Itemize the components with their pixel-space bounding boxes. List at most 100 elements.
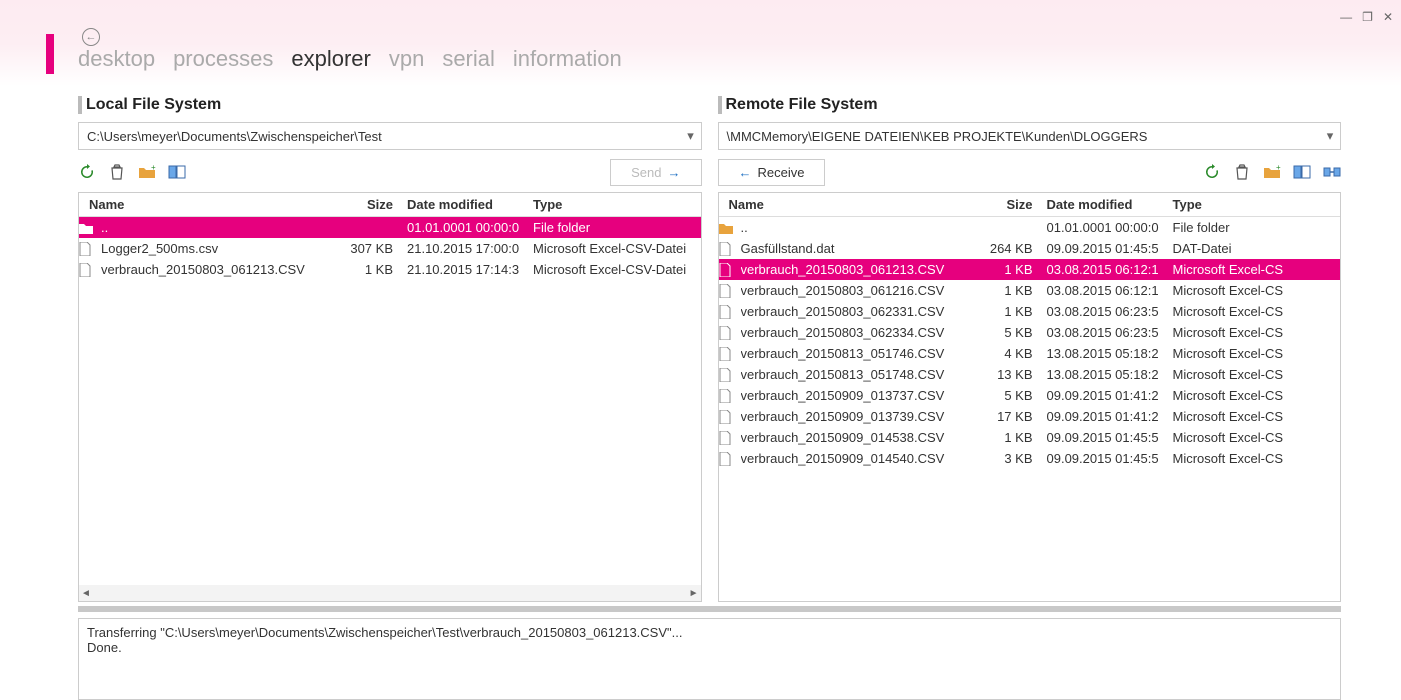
refresh-icon[interactable] [78,163,96,181]
file-type: Microsoft Excel-CS [1165,346,1341,361]
file-type: Microsoft Excel-CS [1165,283,1341,298]
horizontal-scrollbar[interactable]: ◄ ► [79,585,701,601]
file-icon [79,263,101,277]
folder-row[interactable]: ..01.01.0001 00:00:0File folder [79,217,701,238]
new-folder-icon[interactable]: + [1263,163,1281,181]
file-icon [719,431,741,445]
new-folder-icon[interactable]: + [138,163,156,181]
file-type: Microsoft Excel-CS [1165,325,1341,340]
tab-serial[interactable]: serial [442,46,495,72]
log-line: Transferring "C:\Users\meyer\Documents\Z… [87,625,1332,640]
file-icon [719,263,741,277]
delete-icon[interactable] [108,163,126,181]
tab-desktop[interactable]: desktop [78,46,155,72]
remote-header-row: Name Size Date modified Type [719,193,1341,217]
tab-processes[interactable]: processes [173,46,273,72]
file-row[interactable]: verbrauch_20150909_013737.CSV5 KB09.09.2… [719,385,1341,406]
file-date: 13.08.2015 05:18:2 [1039,367,1165,382]
col-name[interactable]: Name [79,197,339,212]
remote-file-pane: Name Size Date modified Type ..01.01.000… [718,192,1342,602]
file-type: File folder [1165,220,1341,235]
accent-bar [46,34,54,74]
refresh-icon[interactable] [1203,163,1221,181]
file-name: verbrauch_20150803_062334.CSV [741,325,979,340]
file-row[interactable]: verbrauch_20150813_051748.CSV13 KB13.08.… [719,364,1341,385]
file-size: 17 KB [979,409,1039,424]
file-size: 1 KB [339,262,399,277]
minimize-button[interactable]: — [1340,10,1352,24]
col-date[interactable]: Date modified [1039,197,1165,212]
restore-button[interactable]: ❐ [1362,10,1373,24]
file-row[interactable]: verbrauch_20150813_051746.CSV4 KB13.08.2… [719,343,1341,364]
local-file-pane: Name Size Date modified Type ..01.01.000… [78,192,702,602]
caret-down-icon[interactable]: ▾ [1320,128,1340,144]
local-title: Local File System [78,96,702,114]
scroll-right-icon[interactable]: ► [689,588,699,599]
file-row[interactable]: verbrauch_20150803_062334.CSV5 KB03.08.2… [719,322,1341,343]
file-row[interactable]: verbrauch_20150909_013739.CSV17 KB09.09.… [719,406,1341,427]
delete-icon[interactable] [1233,163,1251,181]
file-type: Microsoft Excel-CSV-Datei [525,262,701,277]
file-name: verbrauch_20150909_013739.CSV [741,409,979,424]
file-type: Microsoft Excel-CS [1165,262,1341,277]
folder-icon [79,222,101,234]
col-type[interactable]: Type [1165,197,1341,212]
receive-button[interactable]: ← Receive [718,159,826,186]
file-icon [719,368,741,382]
col-name[interactable]: Name [719,197,979,212]
back-button[interactable]: ← [82,28,100,46]
file-type: Microsoft Excel-CS [1165,304,1341,319]
file-name: Gasfüllstand.dat [741,241,979,256]
file-row[interactable]: verbrauch_20150803_061213.CSV1 KB03.08.2… [719,259,1341,280]
send-label: Send [631,165,661,180]
file-icon [719,452,741,466]
file-type: Microsoft Excel-CS [1165,388,1341,403]
file-type: Microsoft Excel-CS [1165,367,1341,382]
close-button[interactable]: ✕ [1383,10,1393,24]
file-row[interactable]: Logger2_500ms.csv307 KB21.10.2015 17:00:… [79,238,701,259]
file-date: 01.01.0001 00:00:0 [399,220,525,235]
file-row[interactable]: verbrauch_20150909_014538.CSV1 KB09.09.2… [719,427,1341,448]
horizontal-splitter[interactable] [78,606,1341,612]
file-size: 264 KB [979,241,1039,256]
file-date: 03.08.2015 06:23:5 [1039,325,1165,340]
col-size[interactable]: Size [339,197,399,212]
remote-link-icon[interactable] [1323,163,1341,181]
folder-row[interactable]: ..01.01.0001 00:00:0File folder [719,217,1341,238]
remote-panel: Remote File System \MMCMemory\EIGENE DAT… [718,96,1342,602]
file-icon [719,410,741,424]
file-size: 1 KB [979,262,1039,277]
col-date[interactable]: Date modified [399,197,525,212]
log-pane: Transferring "C:\Users\meyer\Documents\Z… [78,618,1341,700]
local-path-combo[interactable]: C:\Users\meyer\Documents\Zwischenspeiche… [78,122,702,150]
col-type[interactable]: Type [525,197,701,212]
file-size: 13 KB [979,367,1039,382]
file-name: Logger2_500ms.csv [101,241,339,256]
file-type: File folder [525,220,701,235]
file-type: Microsoft Excel-CSV-Datei [525,241,701,256]
tab-information[interactable]: information [513,46,622,72]
file-date: 03.08.2015 06:12:1 [1039,283,1165,298]
scroll-left-icon[interactable]: ◄ [81,588,91,599]
file-type: Microsoft Excel-CS [1165,451,1341,466]
file-row[interactable]: verbrauch_20150803_061213.CSV1 KB21.10.2… [79,259,701,280]
local-panel: Local File System C:\Users\meyer\Documen… [78,96,702,602]
explorer-icon[interactable] [1293,163,1311,181]
explorer-icon[interactable] [168,163,186,181]
caret-down-icon[interactable]: ▾ [681,128,701,144]
tab-explorer[interactable]: explorer [291,46,370,72]
send-button[interactable]: Send → [610,159,701,186]
file-icon [719,389,741,403]
file-row[interactable]: Gasfüllstand.dat264 KB09.09.2015 01:45:5… [719,238,1341,259]
file-icon [719,242,741,256]
file-row[interactable]: verbrauch_20150803_061216.CSV1 KB03.08.2… [719,280,1341,301]
tab-vpn[interactable]: vpn [389,46,424,72]
file-name: .. [741,220,979,235]
remote-path-combo[interactable]: \MMCMemory\EIGENE DATEIEN\KEB PROJEKTE\K… [718,122,1342,150]
file-row[interactable]: verbrauch_20150803_062331.CSV1 KB03.08.2… [719,301,1341,322]
col-size[interactable]: Size [979,197,1039,212]
file-size: 5 KB [979,388,1039,403]
file-size: 5 KB [979,325,1039,340]
file-date: 09.09.2015 01:41:2 [1039,388,1165,403]
file-row[interactable]: verbrauch_20150909_014540.CSV3 KB09.09.2… [719,448,1341,469]
